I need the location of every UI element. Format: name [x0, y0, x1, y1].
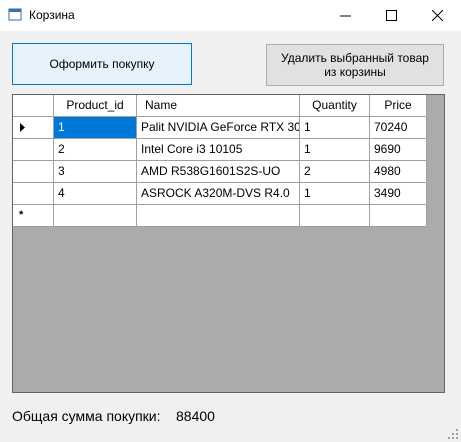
column-header-name[interactable]: Name	[137, 95, 300, 117]
checkout-button[interactable]: Оформить покупку	[12, 43, 192, 85]
app-icon	[8, 8, 22, 21]
delete-selected-button[interactable]: Удалить выбранный товар из корзины	[266, 44, 444, 86]
new-row-header[interactable]: *	[13, 205, 54, 227]
close-button[interactable]	[414, 0, 460, 31]
cart-grid[interactable]: Product_id Name Quantity Price 1 Palit N…	[12, 94, 445, 393]
row-header[interactable]	[13, 139, 54, 161]
window-title: Корзина	[29, 8, 75, 22]
minimize-button[interactable]	[322, 0, 368, 31]
new-cell-name[interactable]	[137, 205, 300, 227]
close-icon	[431, 10, 443, 21]
cell-product-id[interactable]: 2	[54, 139, 137, 161]
row-header[interactable]	[13, 117, 54, 139]
minimize-icon	[339, 15, 351, 17]
row-header[interactable]	[13, 161, 54, 183]
cell-name[interactable]: ASROCK A320M-DVS R4.0	[137, 183, 300, 205]
cell-price[interactable]: 70240	[370, 117, 427, 139]
cell-quantity[interactable]: 1	[300, 139, 370, 161]
cell-price[interactable]: 4980	[370, 161, 427, 183]
row-header[interactable]	[13, 183, 54, 205]
cell-name[interactable]: AMD R538G1601S2S-UO	[137, 161, 300, 183]
cell-name[interactable]: Palit NVIDIA GeForce RTX 3060	[137, 117, 300, 139]
total-value: 88400	[176, 408, 215, 424]
maximize-button[interactable]	[368, 0, 414, 31]
new-cell-product-id[interactable]	[54, 205, 137, 227]
total-label: Общая сумма покупки:	[12, 408, 161, 424]
cell-product-id[interactable]: 4	[54, 183, 137, 205]
cell-name[interactable]: Intel Core i3 10105	[137, 139, 300, 161]
cell-price[interactable]: 9690	[370, 139, 427, 161]
cell-price[interactable]: 3490	[370, 183, 427, 205]
grid-corner-header[interactable]	[13, 95, 54, 117]
cell-product-id[interactable]: 3	[54, 161, 137, 183]
column-header-price[interactable]: Price	[370, 95, 427, 117]
new-cell-quantity[interactable]	[300, 205, 370, 227]
cell-quantity[interactable]: 2	[300, 161, 370, 183]
current-row-arrow-icon	[20, 123, 25, 132]
resize-grip-icon[interactable]	[447, 428, 459, 440]
cell-quantity[interactable]: 1	[300, 117, 370, 139]
new-cell-price[interactable]	[370, 205, 427, 227]
column-header-quantity[interactable]: Quantity	[300, 95, 370, 117]
maximize-icon	[385, 10, 397, 21]
cell-quantity[interactable]: 1	[300, 183, 370, 205]
title-bar: Корзина	[0, 0, 461, 31]
column-header-product-id[interactable]: Product_id	[54, 95, 137, 117]
cell-product-id[interactable]: 1	[54, 117, 137, 139]
